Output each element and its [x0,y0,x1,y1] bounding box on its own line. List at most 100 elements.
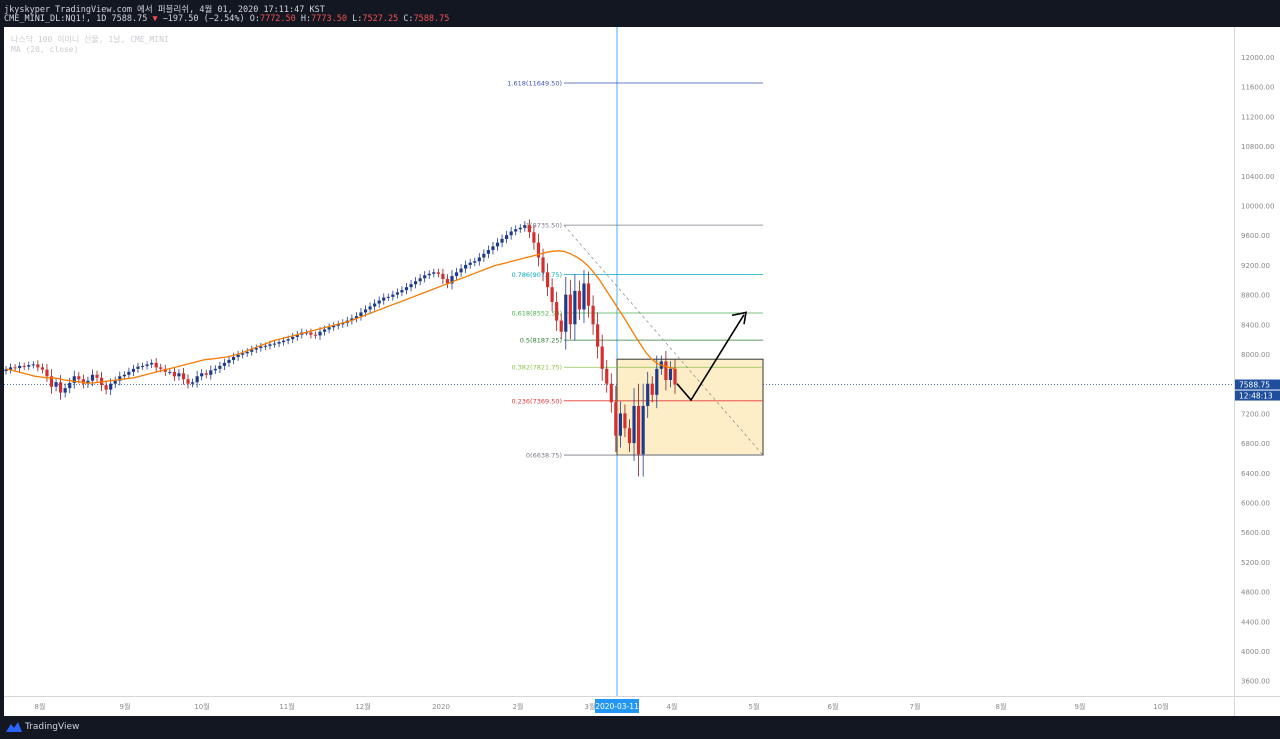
candle [391,290,395,301]
candle [482,249,486,262]
y-tick-label: 8400.00 [1241,321,1270,329]
y-tick-label: 11600.00 [1241,84,1274,92]
x-tick-label: 10월 [1153,702,1168,711]
candle [313,331,318,339]
candle [545,263,550,297]
fib-label: 0.236(7369.50) [511,397,562,405]
candle [172,367,176,382]
candle [568,279,572,340]
y-tick-label: 4000.00 [1241,648,1270,656]
time-axis[interactable]: 8월 9월 10월 11월 12월 2020 2월 3월 4월 5월 6월 7월 8월 9월 10월 2020… [4,696,1234,717]
candle [418,274,422,286]
candle [432,268,436,278]
fib-label: 0.382(7821.75) [511,364,562,372]
price-axis[interactable]: 3600.00 4000.00 4400.00 4800.00 5200.00 5600.… [1234,27,1280,696]
candle [177,369,181,381]
candle [22,362,26,370]
candle [204,369,208,379]
candle [72,370,76,389]
candle [459,264,463,277]
y-tick-label: 9600.00 [1241,232,1270,240]
candle [113,376,117,388]
candle [332,322,336,331]
candle [555,291,559,331]
x-tick-label: 8월 [996,702,1007,711]
candle [423,271,427,283]
candle [140,362,145,370]
y-tick-label: 9200.00 [1241,262,1270,270]
candle [573,274,577,341]
close-value: 7588.75 [413,14,450,24]
candle [236,350,240,361]
high-value: 7773.50 [311,14,347,24]
y-tick-label: 10000.00 [1241,203,1274,211]
candle [445,274,450,289]
candle [454,267,459,281]
x-tick-label: 8월 [35,702,46,711]
candle [354,312,359,323]
candle [359,307,363,321]
candle [382,293,386,305]
candle [259,343,263,352]
candle [181,367,186,385]
last-price: 7588.75 [111,14,148,24]
candle [190,378,195,388]
candle [127,367,131,379]
chart-svg[interactable]: 1.618(11649.50) 1(9735.50) 0.786(9072.75) 0… [4,27,1234,696]
candle [145,360,149,370]
x-tick-label: 2020 [432,703,450,711]
x-tick-label: 11월 [279,702,294,711]
candle [500,234,504,248]
candle [373,299,377,311]
tradingview-logo[interactable]: TradingView [6,722,79,732]
candle [295,330,299,341]
candle [386,293,390,301]
brand-label: TradingView [25,722,80,732]
x-tick-label: 9월 [120,702,131,711]
candle [582,270,586,323]
candle [536,233,541,267]
chart-pane[interactable]: 1.618(11649.50) 1(9735.50) 0.786(9072.75) 0… [4,27,1234,696]
candle [291,333,295,344]
y-tick-label: 5200.00 [1241,559,1270,567]
candle [136,362,140,373]
candle [104,380,108,395]
candle [518,224,522,233]
candle [564,276,568,350]
fib-label: 0.786(9072.75) [511,271,562,279]
y-tick-label: 4400.00 [1241,618,1270,626]
y-tick-label: 10400.00 [1241,173,1274,181]
y-tick-label: 3600.00 [1241,678,1270,686]
x-tick-label: 7월 [910,702,921,711]
candle [477,253,481,266]
x-tick-label: 2월 [513,702,524,711]
candle [413,277,418,289]
price-axis-svg: 3600.00 4000.00 4400.00 4800.00 5200.00 5600.… [1235,54,1280,686]
candle [600,334,604,381]
candle [218,361,222,374]
x-tick-label: 3월 [585,702,596,711]
candle [400,286,404,297]
legend-ma: MA (20, close) [11,45,79,54]
candle [327,323,331,334]
candle [227,355,231,368]
down-arrow-icon: ▼ [152,14,158,24]
candle [377,296,381,308]
top-info-bar: jkyskyper TradingView.com 에서 퍼블리쉬, 4월 01… [0,0,1280,27]
x-tick-label: 12월 [355,702,370,711]
y-tick-label: 5600.00 [1241,529,1270,537]
fib-label: 0(6638.75) [526,452,562,460]
y-tick-label: 6800.00 [1241,440,1270,448]
candle [609,373,613,413]
candle [209,365,213,380]
candle [468,258,472,269]
candle [131,364,136,376]
close-label: C: [403,14,414,24]
candle [368,302,372,314]
candle [31,361,35,369]
symbol-label: CME_MINI_DL:NQ1!, 1D [4,14,107,24]
y-tick-label: 11200.00 [1241,113,1274,121]
candle [118,371,122,386]
y-tick-label: 4800.00 [1241,589,1270,597]
fib-label: 0.5(8187.25) [520,337,562,345]
